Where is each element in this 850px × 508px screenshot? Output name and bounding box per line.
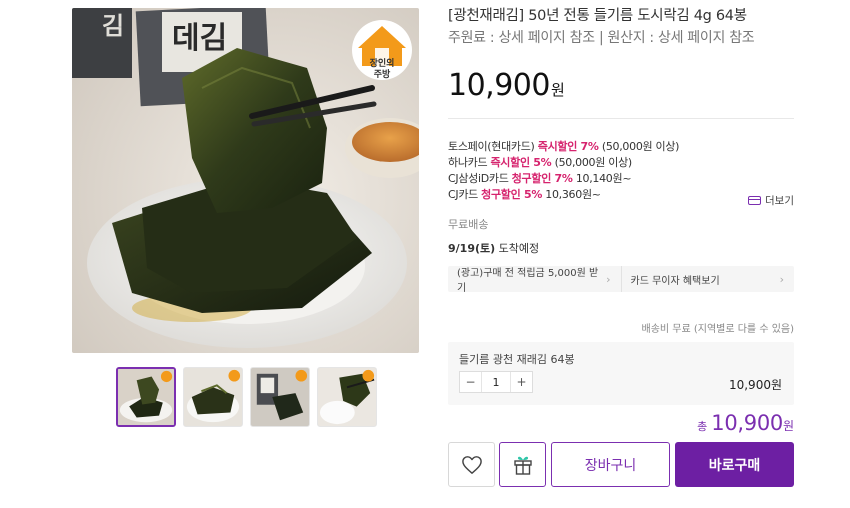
shipping-note: 배송비 무료 (지역별로 다를 수 있음) <box>641 324 795 335</box>
thumbnail-list <box>116 367 377 427</box>
product-origin: 주원료 : 상세 페이지 참조 | 원산지 : 상세 페이지 참조 <box>448 30 755 46</box>
promo-item: CJ삼성iD카드 청구할인 7% 10,140원~ <box>448 171 679 187</box>
chevron-right-icon: › <box>779 272 784 286</box>
thumbnail-3[interactable] <box>250 367 310 427</box>
promo-card-name: 하나카드 <box>448 156 491 169</box>
promo-item: 하나카드 즉시할인 5% (50,000원 이상) <box>448 155 679 171</box>
reward-points-text: (광고)구매 전 적립금 5,000원 받기 <box>457 268 599 294</box>
card-promotions: 토스페이(현대카드) 즉시할인 7% (50,000원 이상) 하나카드 즉시할… <box>448 139 679 203</box>
chevron-right-icon: › <box>606 272 611 286</box>
more-label: 더보기 <box>765 195 794 207</box>
heart-icon <box>461 455 482 474</box>
thumbnail-1[interactable] <box>116 367 176 427</box>
buy-now-button[interactable]: 바로구매 <box>675 442 794 487</box>
decrease-quantity-button[interactable]: − <box>460 372 481 392</box>
badge-text-line2: 주방 <box>374 68 391 80</box>
promo-condition: (50,000원 이상) <box>598 140 680 153</box>
arrival-label: 도착예정 <box>495 242 540 255</box>
price-value: 10,900 <box>448 68 550 103</box>
total-price: 총 10,900원 <box>697 411 794 435</box>
promo-discount: 즉시할인 5% <box>490 156 552 169</box>
gift-button[interactable] <box>499 442 546 487</box>
increase-quantity-button[interactable]: + <box>511 372 532 392</box>
divider <box>448 118 794 119</box>
total-currency: 원 <box>782 419 794 433</box>
promo-discount: 청구할인 7% <box>511 172 573 185</box>
quantity-value[interactable]: 1 <box>481 372 511 392</box>
option-price: 10,900원 <box>728 378 782 392</box>
total-label: 총 <box>697 420 708 433</box>
selected-option: 들기름 광천 재래김 64봉 − 1 + 10,900원 <box>448 342 794 405</box>
promo-item: 토스페이(현대카드) 즉시할인 7% (50,000원 이상) <box>448 139 679 155</box>
thumbnail-2[interactable] <box>183 367 243 427</box>
quantity-stepper: − 1 + <box>459 371 533 393</box>
product-title: [광천재래김] 50년 전통 들기름 도시락김 4g 64봉 <box>448 8 747 24</box>
promo-card-name: 토스페이(현대카드) <box>448 140 538 153</box>
option-name: 들기름 광천 재래김 64봉 <box>459 353 575 366</box>
arrival-estimate: 9/19(토) 도착예정 <box>448 240 539 256</box>
promo-card-name: CJ카드 <box>448 188 482 201</box>
gift-icon <box>513 456 532 475</box>
purchase-actions: 장바구니 바로구매 <box>448 442 794 487</box>
promo-condition: (50,000원 이상) <box>551 156 633 169</box>
package-label-text: 데김 <box>172 21 227 56</box>
promo-condition: 10,360원~ <box>542 188 601 201</box>
promo-discount: 청구할인 5% <box>481 188 543 201</box>
wishlist-button[interactable] <box>448 442 495 487</box>
arrival-date: 9/19(토) <box>448 242 496 255</box>
reward-points-banner[interactable]: (광고)구매 전 적립금 5,000원 받기 › <box>448 266 621 294</box>
badge-text-line1: 장인의 <box>370 57 395 69</box>
promo-card-name: CJ삼성iD카드 <box>448 172 512 185</box>
promo-item: CJ카드 청구할인 5% 10,360원~ <box>448 187 679 203</box>
add-to-cart-button[interactable]: 장바구니 <box>551 442 670 487</box>
promo-condition: 10,140원~ <box>572 172 632 185</box>
more-promotions-button[interactable]: 더보기 <box>748 193 794 208</box>
price-currency: 원 <box>550 81 565 99</box>
thumbnail-4[interactable] <box>317 367 377 427</box>
credit-card-icon <box>748 196 762 205</box>
total-value: 10,900 <box>711 411 783 435</box>
package-label-left: 김 <box>102 12 124 40</box>
shipping-label: 무료배송 <box>448 218 489 231</box>
card-installment-text: 카드 무이자 혜택보기 <box>630 275 720 287</box>
benefit-bar: (광고)구매 전 적립금 5,000원 받기 › 카드 무이자 혜택보기 › <box>448 266 795 294</box>
card-installment-banner[interactable]: 카드 무이자 혜택보기 › <box>620 266 795 292</box>
promo-discount: 즉시할인 7% <box>537 140 599 153</box>
product-price: 10,900원 <box>448 68 565 103</box>
main-product-image: 데김 김 장인의 주방 <box>72 8 419 353</box>
